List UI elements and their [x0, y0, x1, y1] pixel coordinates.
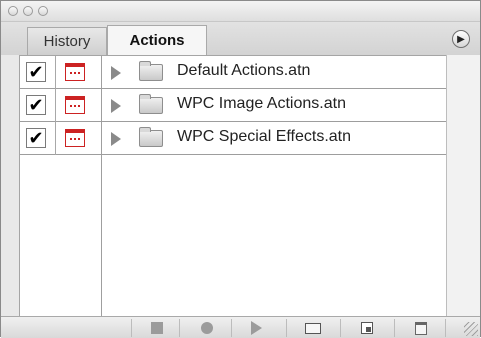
dialog-toggle-icon[interactable]	[65, 63, 85, 81]
tab-actions[interactable]: Actions	[107, 25, 207, 55]
enable-toggle-checkbox[interactable]: ✔	[26, 128, 46, 148]
toolbar-divider	[131, 319, 132, 337]
folder-icon	[139, 61, 163, 81]
new-action-button[interactable]	[358, 321, 376, 335]
play-button[interactable]	[247, 321, 265, 335]
action-row[interactable]: ✔ WPC Special Effects.atn	[20, 122, 446, 155]
expand-triangle-icon[interactable]	[111, 132, 121, 146]
record-icon	[201, 322, 213, 334]
actions-list: ✔ Default Actions.atn ✔ WPC Image Action…	[19, 55, 446, 316]
checkmark-icon: ✔	[28, 127, 44, 148]
actions-panel: History Actions ▶ ✔ Default Actions.atn …	[0, 0, 481, 338]
new-action-icon	[361, 322, 373, 334]
checkmark-icon: ✔	[28, 61, 44, 82]
scrollbar-area[interactable]	[446, 55, 480, 316]
dialog-toggle-icon[interactable]	[65, 96, 85, 114]
action-row[interactable]: ✔ Default Actions.atn	[20, 56, 446, 89]
zoom-window-button[interactable]	[38, 6, 48, 16]
toolbar-divider	[179, 319, 180, 337]
expand-triangle-icon[interactable]	[111, 99, 121, 113]
enable-toggle-checkbox[interactable]: ✔	[26, 62, 46, 82]
record-button[interactable]	[198, 321, 216, 335]
action-row[interactable]: ✔ WPC Image Actions.atn	[20, 89, 446, 122]
folder-icon	[139, 127, 163, 147]
panel-menu-button[interactable]: ▶	[452, 30, 470, 48]
bottom-toolbar	[1, 316, 480, 338]
delete-button[interactable]	[412, 321, 430, 335]
stop-button[interactable]	[148, 321, 166, 335]
toolbar-divider	[340, 319, 341, 337]
column-divider	[55, 122, 56, 155]
tab-history[interactable]: History	[27, 27, 107, 55]
action-set-name: WPC Special Effects.atn	[177, 128, 351, 145]
checkmark-icon: ✔	[28, 94, 44, 115]
expand-triangle-icon[interactable]	[111, 66, 121, 80]
window-titlebar	[1, 1, 480, 22]
folder-icon	[139, 94, 163, 114]
dialog-toggle-icon[interactable]	[65, 129, 85, 147]
toolbar-divider	[394, 319, 395, 337]
enable-toggle-checkbox[interactable]: ✔	[26, 95, 46, 115]
toolbar-divider	[445, 319, 446, 337]
new-set-button[interactable]	[304, 321, 322, 335]
stop-icon	[151, 322, 163, 334]
folder-icon	[305, 322, 321, 334]
column-divider	[55, 56, 56, 89]
column-divider	[55, 89, 56, 122]
resize-grip-icon[interactable]	[464, 322, 478, 336]
play-arrow-icon: ▶	[457, 33, 465, 45]
toolbar-divider	[231, 319, 232, 337]
close-window-button[interactable]	[8, 6, 18, 16]
minimize-window-button[interactable]	[23, 6, 33, 16]
toolbar-divider	[286, 319, 287, 337]
action-set-name: Default Actions.atn	[177, 62, 311, 79]
trash-icon	[415, 321, 427, 335]
tab-bar: History Actions ▶	[1, 22, 480, 55]
action-set-name: WPC Image Actions.atn	[177, 95, 346, 112]
play-icon	[250, 321, 262, 335]
